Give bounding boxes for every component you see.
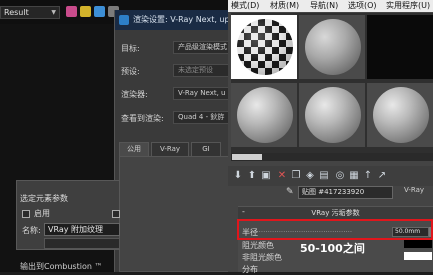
sphere-icon [305, 19, 361, 75]
sphere-icon [305, 87, 361, 143]
render-frame-icon[interactable] [94, 6, 105, 17]
sphere-icon [373, 87, 429, 143]
copy-material-icon[interactable]: ❐ [290, 170, 302, 182]
unoccluded-color-label: 非阻光颜色 [242, 253, 282, 262]
annotation-text: 50-100之间 [300, 242, 365, 255]
put-to-scene-icon[interactable]: ⬆ [246, 170, 258, 182]
sample-slot[interactable] [367, 83, 433, 147]
sample-slot[interactable] [367, 15, 433, 79]
target-dropdown[interactable]: 产品级渲染模式 [173, 41, 233, 54]
sample-slots [231, 13, 433, 153]
sample-slot[interactable] [231, 83, 297, 147]
delete-icon[interactable]: ✕ [276, 170, 288, 182]
sample-slot[interactable] [299, 83, 365, 147]
render-settings-window: 渲染设置: V-Ray Next, up 目标: 产品级渲染模式 预设: 未选定… [114, 10, 235, 272]
occluded-color-swatch[interactable] [404, 240, 432, 248]
app-logo-icon [119, 15, 129, 25]
material-name-field[interactable]: 贴图 #417233920 [298, 186, 393, 199]
target-label: 目标: [121, 44, 140, 53]
teapot-icon[interactable] [66, 6, 77, 17]
occluded-color-label: 阻光颜色 [242, 241, 274, 250]
sample-slot[interactable] [299, 15, 365, 79]
preset-dropdown[interactable]: 未选定预设 [173, 64, 233, 77]
unique-icon[interactable]: ◈ [304, 170, 316, 182]
material-type-button[interactable]: V-Ray [404, 186, 424, 194]
collapse-icon[interactable]: - [242, 207, 245, 216]
scrollbar-thumb[interactable] [232, 154, 262, 160]
menu-material[interactable]: 材质(M) [270, 0, 299, 12]
eyedropper-icon[interactable]: ✎ [286, 187, 296, 198]
tab-vray[interactable]: V-Ray [151, 142, 189, 156]
renderer-label: 渲染器: [121, 90, 148, 99]
menu-options[interactable]: 选项(O) [348, 0, 377, 12]
assign-material-icon[interactable]: ▣ [260, 170, 272, 182]
renderer-dropdown[interactable]: V-Ray Next, u [173, 87, 233, 100]
distribution-label: 分布 [242, 265, 258, 274]
view-label: 查看到渲染: [121, 114, 164, 123]
chevron-down-icon: ▼ [51, 9, 56, 16]
tab-content [119, 156, 235, 272]
preset-label: 预设: [121, 67, 140, 76]
material-editor-menubar: 模式(D) 材质(M) 导航(N) 选项(O) 实用程序(U) [228, 0, 433, 12]
menu-navigation[interactable]: 导航(N) [310, 0, 338, 12]
map-field[interactable] [44, 238, 120, 249]
enable-label: 启用 [34, 209, 50, 218]
sample-slot[interactable] [231, 15, 297, 79]
filter-checkbox[interactable] [112, 210, 120, 218]
render-setup-icon[interactable] [80, 6, 91, 17]
name-field[interactable]: VRay 附加纹理 [44, 223, 120, 236]
render-tabs: 公用 V-Ray GI [119, 142, 235, 156]
menu-utilities[interactable]: 实用程序(U) [386, 0, 430, 12]
effects-icon[interactable]: ◎ [334, 170, 346, 182]
get-material-icon[interactable]: ⬇ [232, 170, 244, 182]
render-settings-title: 渲染设置: V-Ray Next, up [115, 10, 235, 30]
checker-sphere-icon [237, 19, 293, 75]
tab-common[interactable]: 公用 [119, 142, 149, 156]
rollout-title[interactable]: VRay 污垢参数 [238, 207, 433, 219]
render-output-value: Result [4, 8, 29, 17]
view-dropdown[interactable]: Quad 4 - 鈥斿 [173, 111, 233, 124]
render-output-dropdown[interactable]: Result ▼ [0, 6, 60, 19]
unoccluded-color-swatch[interactable] [404, 252, 432, 260]
show-end-result-icon[interactable]: ↑ [362, 170, 374, 182]
menu-mode[interactable]: 模式(D) [231, 0, 259, 12]
go-to-parent-icon[interactable]: ↗ [376, 170, 388, 182]
enable-checkbox[interactable] [22, 210, 30, 218]
combustion-label: 输出到Combustion ™ [20, 262, 103, 271]
name-label: 名称: [22, 226, 41, 235]
material-toolbar [228, 166, 433, 186]
sphere-icon [237, 87, 293, 143]
show-in-viewport-icon[interactable]: ▦ [348, 170, 360, 182]
group-title: 选定元素参数 [20, 194, 68, 203]
highlight-box [237, 219, 433, 240]
library-icon[interactable]: ▤ [318, 170, 330, 182]
tab-gi[interactable]: GI [191, 142, 221, 156]
